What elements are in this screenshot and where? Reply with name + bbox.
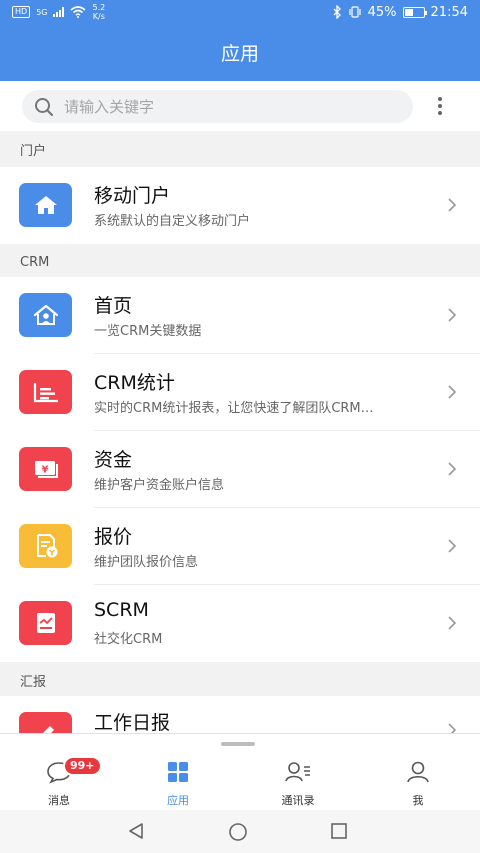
chevron-right-icon [448, 462, 457, 476]
tab-contacts[interactable]: 通讯录 [258, 760, 338, 808]
search-icon [35, 97, 54, 116]
search-bar: 请输入关键字 [0, 81, 480, 131]
section-header-report: 汇报 [0, 662, 480, 698]
tab-label: 通讯录 [281, 794, 315, 807]
unread-badge: 99+ [63, 756, 102, 776]
chevron-right-icon [448, 385, 457, 399]
list-item-homepage[interactable]: 首页 一览CRM关键数据 [0, 277, 480, 354]
tab-label: 消息 [48, 794, 70, 807]
house-user-icon [19, 293, 72, 337]
item-title: 工作日报 [94, 712, 171, 733]
chart-document-icon [19, 601, 72, 645]
tab-me[interactable]: 我 [378, 760, 458, 808]
item-subtitle: 实时的CRM统计报表，让您快速了解团队CRM… [94, 401, 374, 416]
chevron-right-icon [448, 539, 457, 553]
network-type: 5G [36, 7, 48, 17]
item-subtitle: 维护客户资金账户信息 [94, 478, 225, 493]
list-item-scrm[interactable]: SCRM 社交化CRM [0, 585, 480, 662]
section-header-crm: CRM [0, 244, 480, 280]
chevron-right-icon [448, 308, 457, 322]
item-title: 报价 [94, 526, 133, 548]
wifi-icon [70, 6, 87, 18]
item-subtitle: 社交化CRM [94, 632, 163, 647]
section-title: 汇报 [20, 674, 47, 690]
app-header: 应用 [0, 24, 480, 81]
edit-report-icon [19, 712, 72, 733]
recents-icon[interactable] [330, 822, 348, 844]
signal-icon [53, 7, 65, 17]
clock: 21:54 [430, 4, 468, 20]
section-title: 门户 [20, 143, 47, 159]
list-item-mobile-portal[interactable]: 移动门户 系统默认的自定义移动门户 [0, 167, 480, 244]
section-title: CRM [20, 254, 50, 270]
vibrate-icon [349, 6, 361, 18]
list-item-daily-report[interactable]: 工作日报 [0, 696, 480, 733]
list-item-quotation[interactable]: 报价 维护团队报价信息 [0, 508, 480, 585]
list-item-crm-stats[interactable]: CRM统计 实时的CRM统计报表，让您快速了解团队CRM… [0, 354, 480, 431]
contacts-icon [285, 762, 310, 782]
drag-handle[interactable] [221, 742, 255, 746]
item-title: CRM统计 [94, 372, 175, 394]
bluetooth-icon [333, 5, 341, 19]
more-options-icon[interactable] [432, 95, 448, 117]
section-header-portal: 门户 [0, 131, 480, 167]
status-bar: HD 5G 5.2 K/s 45% 21:54 [0, 0, 480, 24]
item-subtitle: 系统默认的自定义移动门户 [94, 214, 251, 229]
svg-text:¥: ¥ [41, 465, 48, 476]
item-title: 首页 [94, 295, 133, 317]
item-subtitle: 一览CRM关键数据 [94, 324, 202, 339]
tab-label: 应用 [167, 794, 189, 807]
tab-label: 我 [412, 794, 424, 807]
chevron-right-icon [448, 723, 457, 733]
home-button-icon[interactable] [228, 822, 248, 846]
tab-messages[interactable]: 99+ 消息 [19, 756, 102, 808]
apps-grid-icon [168, 762, 188, 782]
tab-apps[interactable]: 应用 [138, 760, 218, 808]
stats-report-icon [19, 370, 72, 414]
search-input[interactable]: 请输入关键字 [22, 90, 413, 123]
speed-unit: K/s [92, 12, 105, 21]
battery-percent: 45% [367, 4, 397, 20]
back-icon[interactable] [127, 822, 145, 844]
quote-document-icon [19, 524, 72, 568]
system-nav-bar [0, 810, 480, 853]
item-title: 资金 [94, 449, 133, 471]
search-placeholder: 请输入关键字 [64, 98, 155, 116]
money-bill-icon: ¥ [19, 447, 72, 491]
page-title: 应用 [220, 43, 259, 65]
battery-icon [402, 6, 427, 18]
home-icon [19, 183, 72, 227]
bottom-tab-bar: 99+ 消息 应用 通讯录 我 [0, 733, 480, 810]
chevron-right-icon [448, 198, 457, 212]
hd-indicator: HD [12, 6, 31, 18]
chevron-right-icon [448, 616, 457, 630]
item-title: SCRM [94, 599, 149, 621]
list-item-funds[interactable]: ¥ 资金 维护客户资金账户信息 [0, 431, 480, 508]
user-profile-icon [407, 761, 429, 783]
network-speed: 5.2 K/s [92, 3, 105, 21]
item-title: 移动门户 [94, 185, 171, 207]
speed-value: 5.2 [92, 3, 106, 12]
item-subtitle: 维护团队报价信息 [94, 555, 199, 570]
